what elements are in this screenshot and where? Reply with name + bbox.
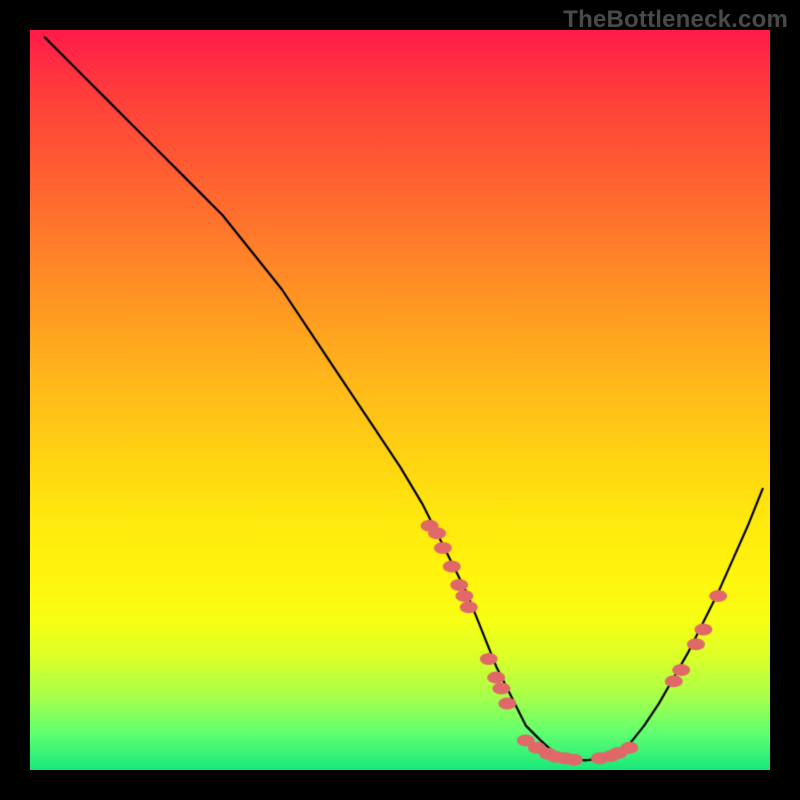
plot-area: [30, 30, 770, 770]
curve-canvas: [30, 30, 770, 770]
chart-container: TheBottleneck.com: [0, 0, 800, 800]
